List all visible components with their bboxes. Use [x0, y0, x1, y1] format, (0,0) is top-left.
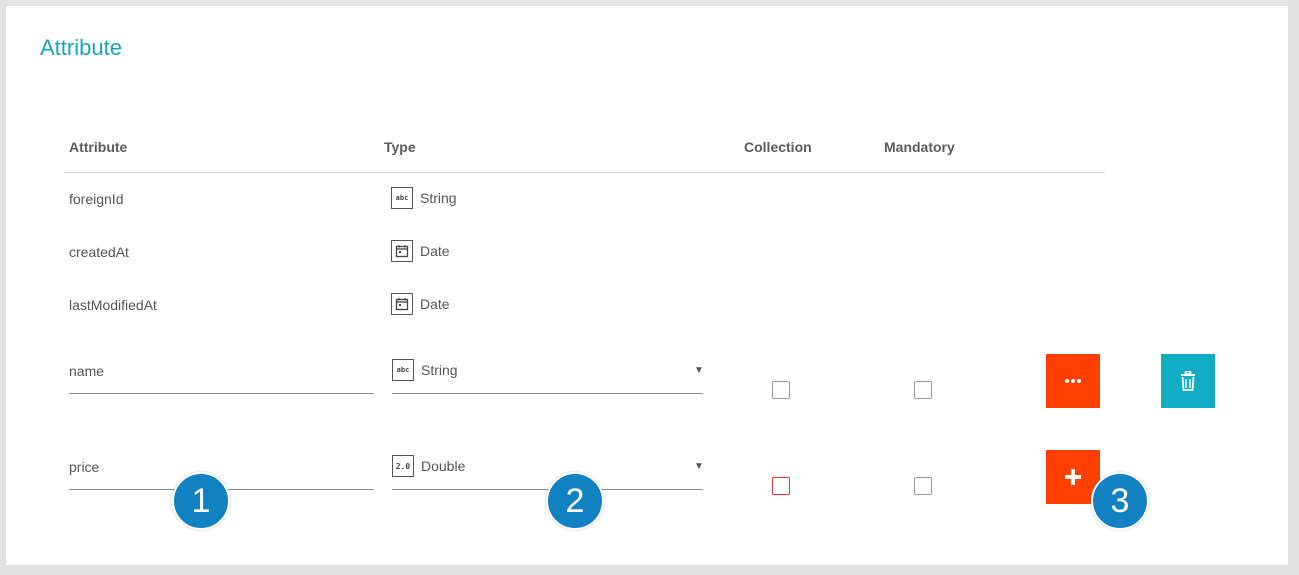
column-header-type: Type: [384, 139, 416, 155]
mandatory-checkbox[interactable]: [914, 477, 932, 495]
step-marker-3: 3: [1091, 472, 1149, 530]
column-header-attribute: Attribute: [69, 139, 128, 155]
attribute-panel: Attribute Attribute Type Collection Mand…: [6, 6, 1288, 565]
type-cell: abc String: [391, 187, 457, 209]
attribute-name: createdAt: [69, 244, 129, 260]
calendar-icon: [391, 293, 413, 315]
more-horizontal-icon: [1065, 379, 1081, 383]
type-label: String: [421, 362, 458, 378]
type-label: Double: [421, 458, 466, 474]
calendar-icon: [391, 240, 413, 262]
type-label: String: [420, 190, 457, 206]
dropdown-arrow-icon[interactable]: ▼: [694, 461, 704, 472]
string-type-icon: abc: [391, 187, 413, 209]
type-cell: Date: [391, 293, 450, 315]
mandatory-checkbox[interactable]: [914, 381, 932, 399]
select-underline: [392, 393, 703, 394]
dropdown-arrow-icon[interactable]: ▼: [694, 365, 704, 376]
attribute-name: lastModifiedAt: [69, 297, 157, 313]
string-type-icon: abc: [392, 359, 414, 381]
step-marker-1: 1: [172, 472, 230, 530]
attribute-name: foreignId: [69, 191, 124, 207]
column-header-mandatory: Mandatory: [884, 139, 955, 155]
column-header-collection: Collection: [744, 139, 812, 155]
type-select-value[interactable]: abc String: [392, 359, 458, 381]
type-label: Date: [420, 296, 450, 312]
input-underline: [69, 393, 374, 394]
collection-checkbox[interactable]: [772, 381, 790, 399]
header-divider: [64, 172, 1105, 173]
trash-icon: [1181, 371, 1195, 391]
double-type-icon: 2.0: [392, 455, 414, 477]
plus-icon: [1065, 469, 1081, 485]
attribute-name-value[interactable]: name: [69, 363, 104, 379]
step-marker-2: 2: [546, 472, 604, 530]
type-cell: Date: [391, 240, 450, 262]
collection-checkbox[interactable]: [772, 477, 790, 495]
attribute-name-value[interactable]: price: [69, 459, 99, 475]
more-options-button[interactable]: [1046, 354, 1100, 408]
type-label: Date: [420, 243, 450, 259]
section-title: Attribute: [40, 35, 122, 60]
delete-button[interactable]: [1161, 354, 1215, 408]
type-select-value[interactable]: 2.0 Double: [392, 455, 465, 477]
